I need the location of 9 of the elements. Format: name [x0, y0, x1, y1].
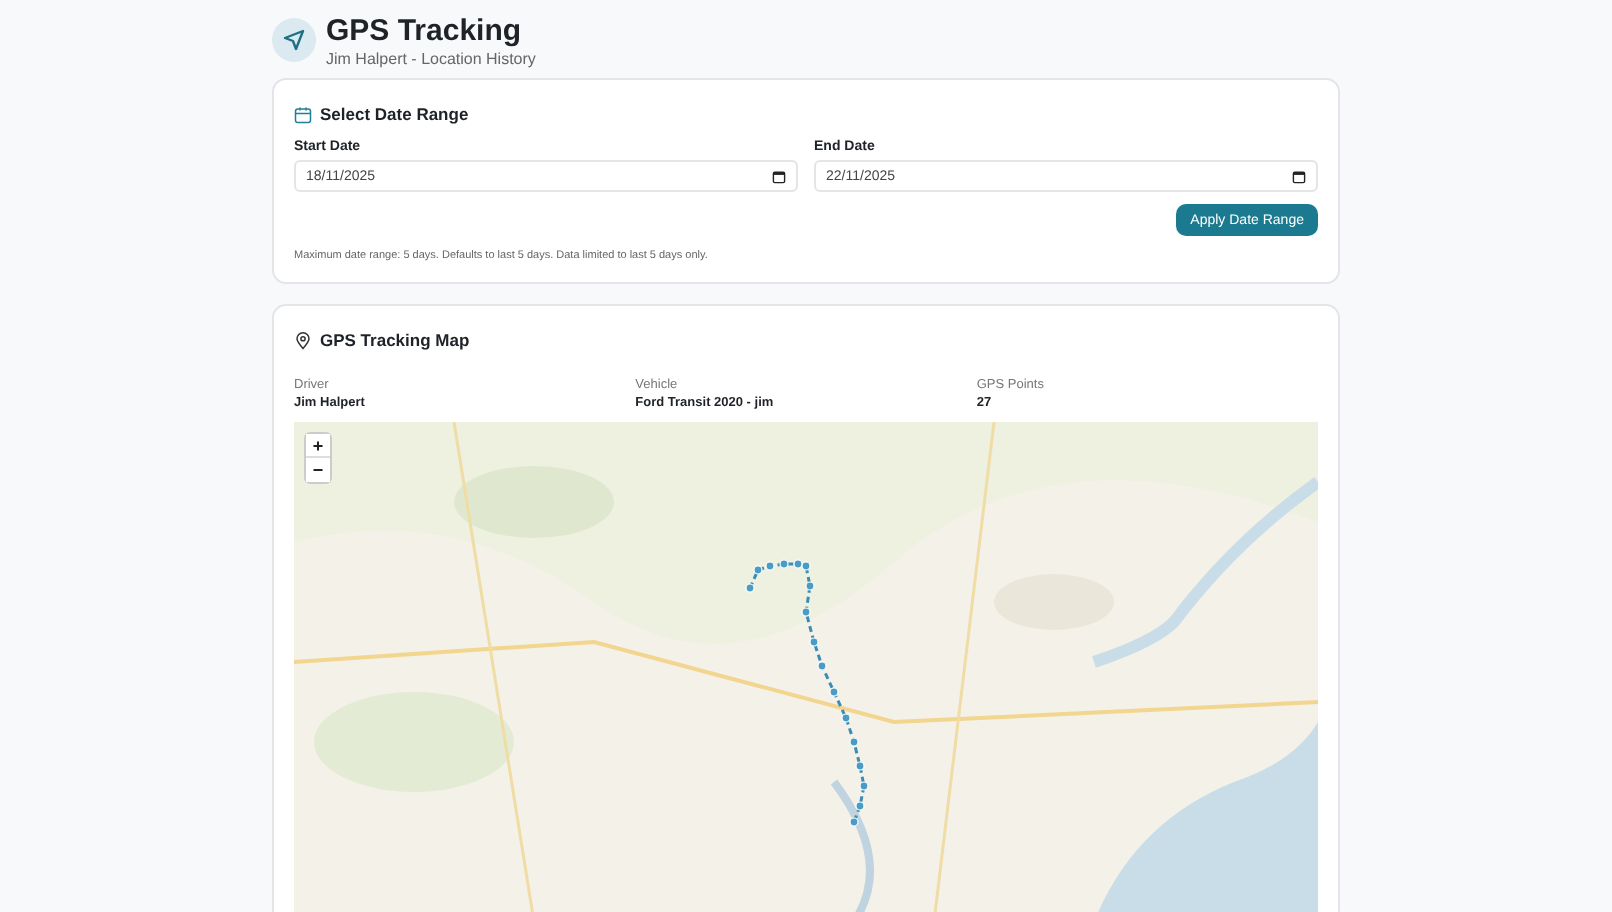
zoom-in-button[interactable]: + [306, 434, 330, 458]
card-title: Select Date Range [320, 104, 469, 124]
page-subtitle: Jim Halpert - Location History [326, 49, 536, 67]
calendar-icon [294, 105, 312, 123]
calendar-icon[interactable] [772, 169, 786, 183]
calendar-icon[interactable] [1292, 169, 1306, 183]
map-pin-icon [294, 331, 312, 349]
card-title: GPS Tracking Map [320, 330, 470, 350]
page-title: GPS Tracking [326, 13, 524, 47]
